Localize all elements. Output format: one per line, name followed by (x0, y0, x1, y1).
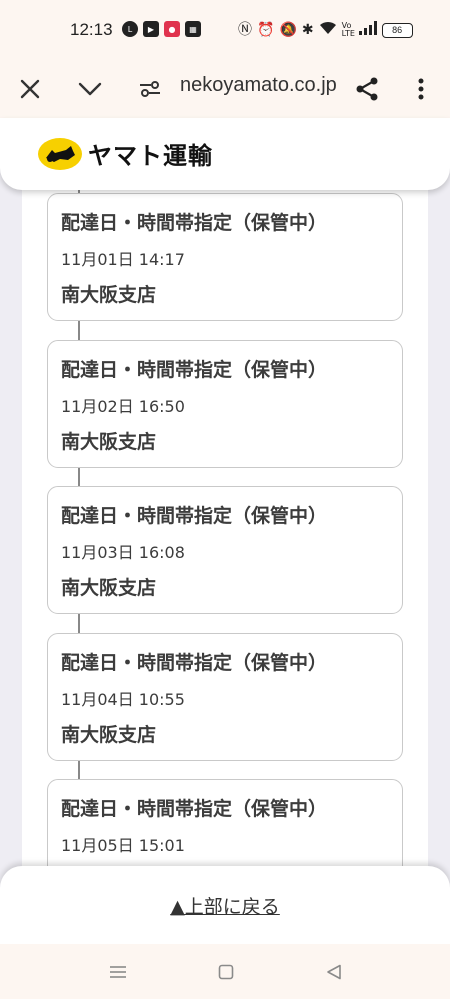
timeline-card: 配達日・時間帯指定（保管中） 11月04日 10:55 南大阪支店 (47, 632, 403, 761)
status-datetime: 11月05日 15:01 (61, 836, 185, 855)
status-location: 南大阪支店 (61, 577, 157, 599)
volte-icon: Vo LTE (341, 21, 355, 38)
timeline-card: 配達日・時間帯指定（保管中） 11月02日 16:50 南大阪支店 (47, 339, 403, 468)
bluetooth-icon: ✱ (301, 22, 314, 38)
screen-record-icon: ● (164, 21, 180, 37)
status-datetime: 11月04日 10:55 (61, 689, 185, 709)
status-title: 配達日・時間帯指定（保管中） (61, 505, 328, 527)
status-location: 南大阪支店 (61, 723, 157, 746)
status-location: 南大阪支店 (61, 284, 157, 306)
notification-icons: L ▶ ● ▦ (122, 21, 201, 37)
share-button[interactable] (348, 70, 386, 108)
home-square-icon (218, 964, 234, 980)
minimize-button[interactable] (71, 70, 109, 108)
page-info-button[interactable] (131, 70, 169, 108)
browser-toolbar: nekoyamato.co.jp (0, 60, 450, 118)
chevron-down-icon (78, 82, 102, 96)
timeline-connector (78, 760, 80, 779)
menu-nav-button[interactable] (106, 960, 130, 984)
status-bar: 12:13 L ▶ ● ▦ Ⓝ ⏰ 🔕 ✱ Vo LTE 86 (0, 0, 450, 60)
signal-icon (358, 21, 377, 39)
more-menu-button[interactable] (402, 70, 440, 108)
timeline-connector (78, 614, 80, 633)
wifi-icon (319, 21, 337, 39)
status-datetime: 11月02日 16:50 (61, 396, 185, 416)
close-icon (20, 79, 40, 99)
timeline-card: 配達日・時間帯指定（保管中） 11月01日 14:17 南大阪支店 (47, 193, 403, 321)
black-cat-logo-icon (38, 137, 82, 170)
back-nav-button[interactable] (322, 960, 346, 984)
home-nav-button[interactable] (214, 960, 238, 984)
site-header: ヤマト運輸 (0, 118, 450, 190)
status-datetime: 11月03日 16:08 (61, 543, 185, 562)
timeline-card: 配達日・時間帯指定（保管中） 11月03日 16:08 南大阪支店 (47, 486, 403, 614)
share-icon (356, 77, 378, 101)
alarm-icon: ⏰ (257, 22, 275, 38)
battery-indicator: 86 (381, 22, 413, 38)
more-vert-icon (418, 78, 424, 100)
calendar-icon: ▦ (185, 21, 201, 37)
status-title: 配達日・時間帯指定（保管中） (61, 358, 328, 381)
status-title: 配達日・時間帯指定（保管中） (61, 212, 328, 234)
line-icon: L (122, 21, 138, 37)
logo-text: ヤマト運輸 (88, 142, 213, 170)
status-title: 配達日・時間帯指定（保管中） (61, 798, 328, 820)
status-datetime: 11月01日 14:17 (61, 250, 185, 269)
tune-icon (140, 81, 160, 97)
back-to-top-panel: ▲上部に戻る (0, 866, 450, 944)
mute-icon: 🔕 (279, 22, 297, 38)
close-tab-button[interactable] (11, 70, 49, 108)
nfc-icon: Ⓝ (238, 22, 252, 38)
url-text[interactable]: nekoyamato.co.jp (180, 74, 338, 97)
timeline-connector (78, 467, 80, 486)
back-to-top-link[interactable]: ▲上部に戻る (0, 892, 450, 919)
status-time: 12:13 (70, 20, 113, 39)
system-icons: Ⓝ ⏰ 🔕 ✱ Vo LTE 86 (238, 21, 413, 39)
status-title: 配達日・時間帯指定（保管中） (61, 651, 328, 674)
status-location: 南大阪支店 (61, 430, 157, 453)
timeline-connector (78, 321, 80, 340)
yamato-logo[interactable]: ヤマト運輸 (38, 136, 213, 171)
menu-icon (110, 966, 126, 978)
back-triangle-icon (327, 964, 341, 980)
youtube-icon: ▶ (143, 21, 159, 37)
system-nav-bar (0, 944, 450, 999)
